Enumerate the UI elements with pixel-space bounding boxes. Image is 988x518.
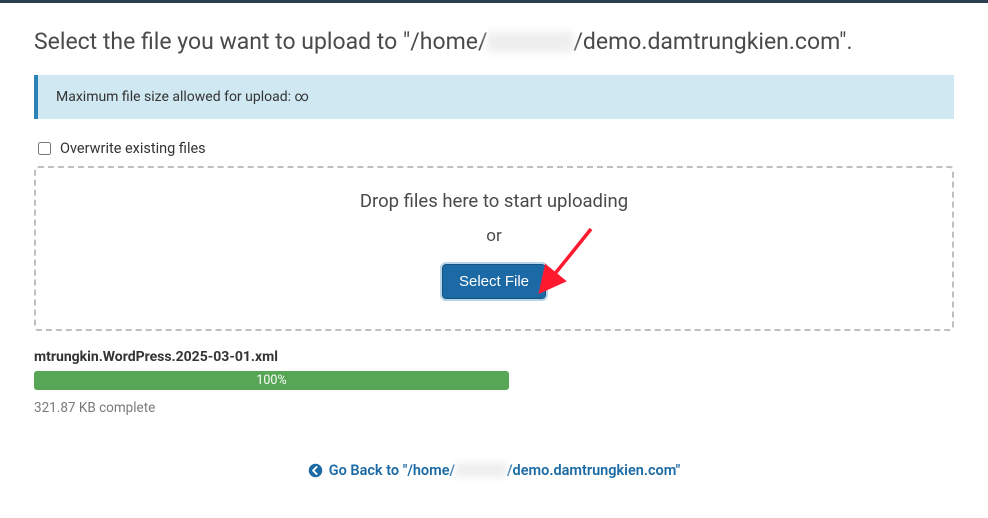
goback-prefix: Go Back to "/home/ xyxy=(329,462,455,479)
title-suffix: ". xyxy=(839,28,852,55)
upload-file-name: mtrungkin.WordPress.2025-03-01.xml xyxy=(34,349,954,365)
progress-bar: 100% xyxy=(34,371,509,390)
progress-track: 100% xyxy=(34,371,509,390)
select-file-button[interactable]: Select File xyxy=(442,264,546,299)
infobox-text: Maximum file size allowed for upload: ∞ xyxy=(56,89,309,105)
path-suffix: /demo.damtrungkien.com xyxy=(573,28,839,55)
goback-suffix: /demo.damtrungkien.com" xyxy=(507,462,680,479)
drop-text: Drop files here to start uploading xyxy=(46,190,942,212)
overwrite-checkbox[interactable] xyxy=(38,142,51,155)
arrow-circle-left-icon xyxy=(308,463,323,478)
overwrite-label: Overwrite existing files xyxy=(60,140,206,157)
redacted-user-segment-small xyxy=(455,463,507,477)
dropzone[interactable]: Drop files here to start uploading or Se… xyxy=(34,166,954,331)
upload-progress-section: mtrungkin.WordPress.2025-03-01.xml 100% … xyxy=(34,349,954,416)
upload-status-text: 321.87 KB complete xyxy=(34,400,954,416)
redacted-user-segment xyxy=(487,32,573,52)
or-text: or xyxy=(46,226,942,246)
max-filesize-info: Maximum file size allowed for upload: ∞ xyxy=(34,75,954,119)
page-title: Select the file you want to upload to "/… xyxy=(34,27,954,57)
overwrite-row[interactable]: Overwrite existing files xyxy=(34,139,954,158)
go-back-link[interactable]: Go Back to "/home/ /demo.damtrungkien.com… xyxy=(308,462,681,479)
title-prefix: Select the file you want to upload to " xyxy=(34,28,410,55)
go-back-row: Go Back to "/home/ /demo.damtrungkien.com… xyxy=(34,462,954,482)
path-prefix: /home/ xyxy=(410,28,487,55)
